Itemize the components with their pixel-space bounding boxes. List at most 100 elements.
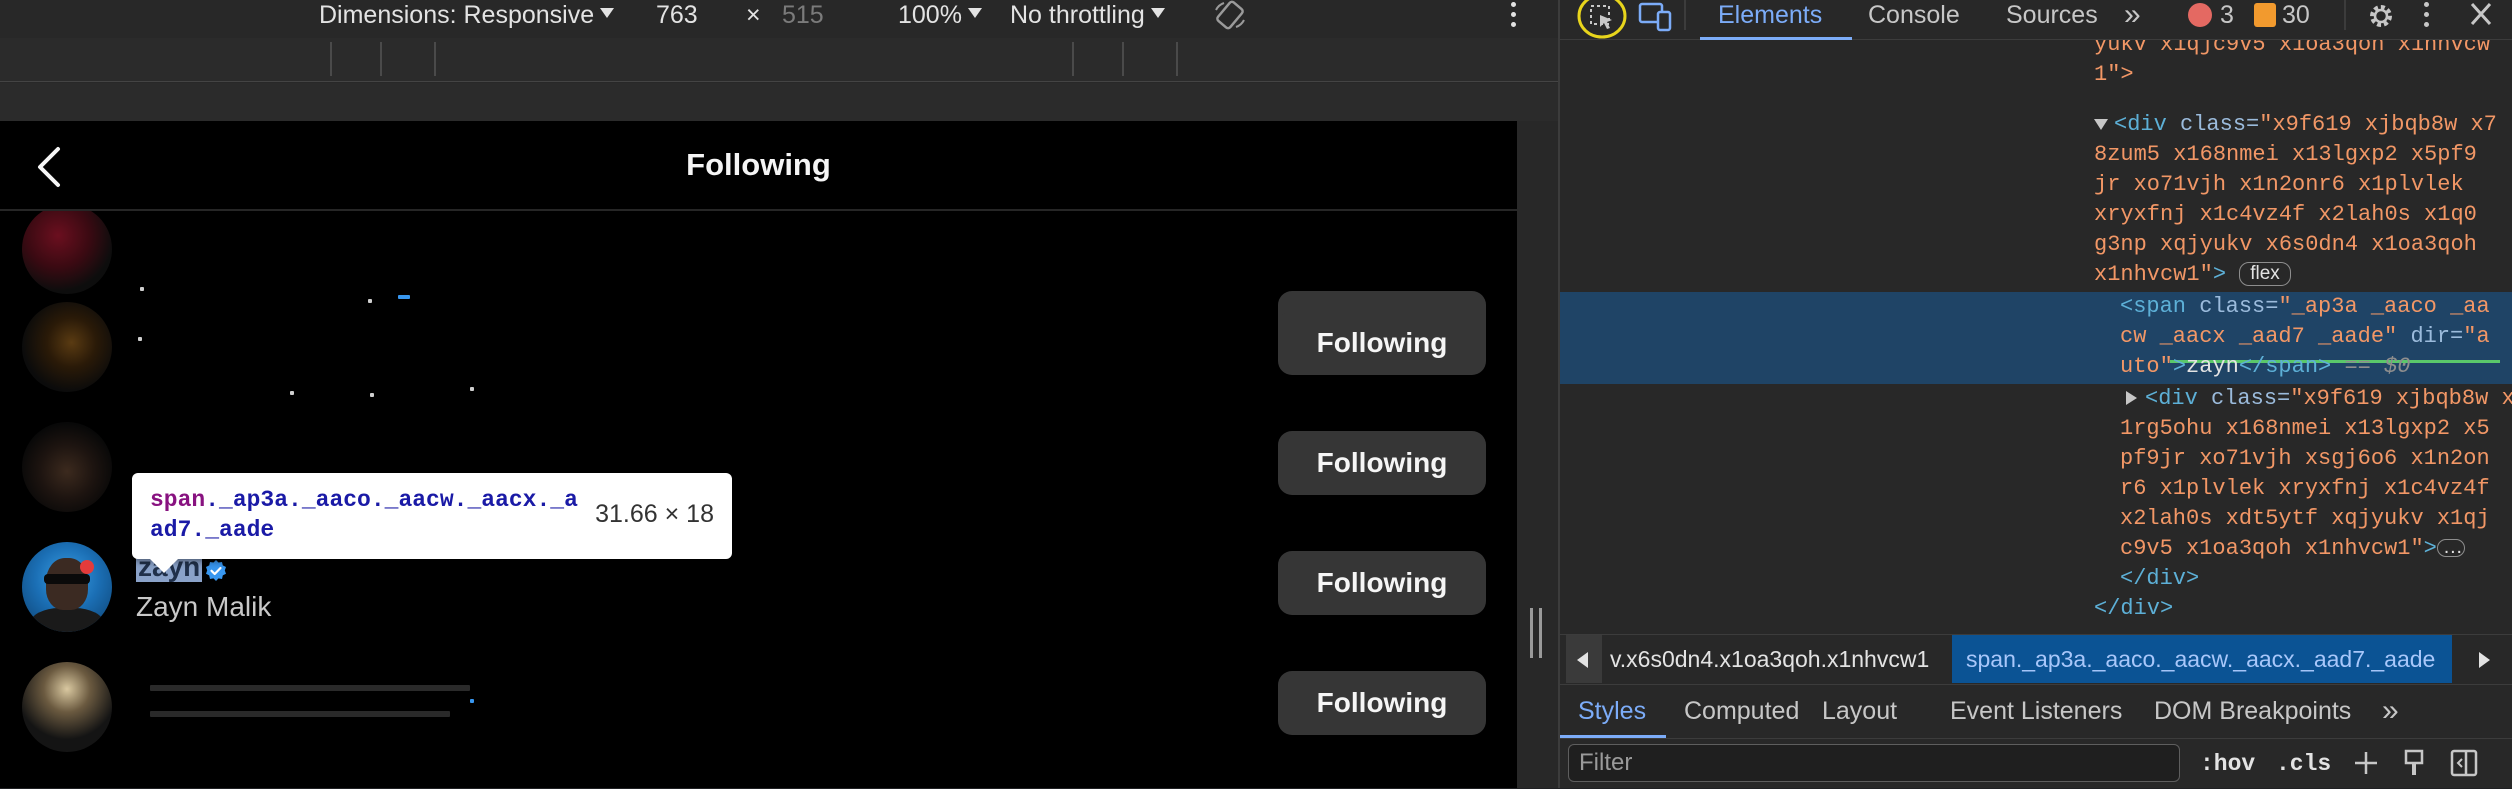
- following-button[interactable]: Following: [1278, 431, 1486, 495]
- device-toggle-icon[interactable]: [1636, 0, 1674, 34]
- breadcrumb-scroll-right-icon[interactable]: [2466, 635, 2502, 683]
- avatar[interactable]: [22, 204, 112, 294]
- viewport-resize-handle[interactable]: [1530, 608, 1544, 658]
- dom-element-div[interactable]: <div class="x9f619 xjbqb8w x7: [1560, 110, 2512, 140]
- dom-line[interactable]: g3np xqjyukv x6s0dn4 x1oa3qoh: [1560, 230, 2512, 260]
- dom-close-tag: </div>: [2094, 596, 2174, 621]
- dom-node-text: zayn: [2186, 354, 2239, 379]
- full-name: Zayn Malik: [136, 591, 272, 622]
- collapse-triangle-icon[interactable]: [2094, 118, 2108, 130]
- breadcrumb: v.x6s0dn4.x1oa3qoh.x1nhvcw1 span._ap3a._…: [1560, 634, 2512, 684]
- device-emulation-area: Dimensions: Responsive 763 × 515 100% No…: [0, 0, 1558, 788]
- dom-line-text: x9f619 xjbqb8w x: [2303, 386, 2512, 411]
- breadcrumb-item-selected[interactable]: span._ap3a._aaco._aacw._aacx._aad7._aade: [1952, 635, 2452, 683]
- error-icon[interactable]: [2188, 3, 2212, 27]
- dom-line-text: r6 x1plvlek xryxfnj x1c4vz4f: [2120, 476, 2490, 501]
- dom-line[interactable]: 1rg5ohu x168nmei x13lgxp2 x5: [1560, 414, 2512, 444]
- tooltip-selector: span._ap3a._aaco._aacw._aacx._aad7._aade: [150, 485, 580, 545]
- tab-elements[interactable]: Elements: [1718, 0, 1822, 30]
- height-input[interactable]: 515: [782, 0, 824, 30]
- tooltip-tag: span: [150, 487, 206, 513]
- rotate-icon[interactable]: [1212, 0, 1248, 30]
- following-button[interactable]: Following: [1278, 311, 1486, 375]
- dom-line[interactable]: xryxfnj x1c4vz4f x2lah0s x1q0: [1560, 200, 2512, 230]
- error-count[interactable]: 3: [2220, 0, 2234, 30]
- more-options-icon[interactable]: [1508, 0, 1518, 30]
- add-style-rule-icon[interactable]: [2350, 747, 2382, 779]
- media-query-bar[interactable]: [0, 38, 1558, 82]
- devtools-tab-bar: Elements Console Sources » 3 30: [1560, 0, 2512, 40]
- dom-line-text: 8zum5 x168nmei x13lgxp2 x5pf9: [2094, 142, 2477, 167]
- breadcrumb-scroll-left-icon[interactable]: [1566, 635, 1602, 683]
- dom-element-span[interactable]: <span class="_ap3a _aaco _aa: [1560, 292, 2512, 322]
- dom-line-text: g3np xqjyukv x6s0dn4 x1oa3qoh: [2094, 232, 2477, 257]
- dom-line-text: yukv x1qjc9v5 x1oa3qoh x1nhvcw: [2094, 40, 2491, 57]
- tab-styles[interactable]: Styles: [1578, 685, 1646, 737]
- dom-line[interactable]: c9v5 x1oa3qoh x1nhvcw1">: [1560, 532, 2512, 564]
- settings-gear-icon[interactable]: [2364, 0, 2398, 32]
- devtools-menu-icon[interactable]: [2422, 0, 2432, 30]
- inspector-tooltip: span._ap3a._aaco._aacw._aacx._aad7._aade…: [132, 473, 732, 573]
- browser-window: Dimensions: Responsive 763 × 515 100% No…: [0, 0, 2512, 788]
- redacted-text: [150, 685, 470, 691]
- hover-state-toggle[interactable]: :hov: [2200, 739, 2255, 789]
- color-palette-icon[interactable]: [2398, 747, 2430, 779]
- following-button[interactable]: Following: [1278, 551, 1486, 615]
- close-devtools-icon[interactable]: [2466, 0, 2496, 30]
- dimensions-dropdown[interactable]: Dimensions: Responsive: [319, 0, 614, 30]
- inspect-element-icon[interactable]: [1576, 0, 1628, 40]
- dom-close-tag: </div>: [2120, 566, 2200, 591]
- ruler-gutter: [0, 83, 1558, 121]
- class-toggle[interactable]: .cls: [2276, 739, 2331, 789]
- dom-line-text: x2lah0s xdt5ytf xqjyukv x1qj: [2120, 506, 2490, 531]
- dom-line[interactable]: r6 x1plvlek xryxfnj x1c4vz4f: [1560, 474, 2512, 504]
- list-item[interactable]: Following: [0, 289, 1517, 409]
- dom-line-text: c9v5 x1oa3qoh x1nhvcw1: [2120, 536, 2411, 561]
- breadcrumb-item[interactable]: v.x6s0dn4.x1oa3qoh.x1nhvcw1: [1610, 635, 1929, 683]
- tab-event-listeners[interactable]: Event Listeners: [1950, 685, 2122, 737]
- list-item[interactable]: Following: [0, 649, 1517, 769]
- warning-count[interactable]: 30: [2282, 0, 2310, 30]
- dom-tree[interactable]: yukv x1qjc9v5 x1oa3qoh x1nhvcw 1"> <div …: [1560, 40, 2512, 634]
- tab-layout[interactable]: Layout: [1822, 685, 1897, 737]
- avatar[interactable]: [22, 422, 112, 512]
- tab-console[interactable]: Console: [1868, 0, 1960, 30]
- tooltip-size: 31.66 × 18: [595, 500, 714, 528]
- dom-line[interactable]: yukv x1qjc9v5 x1oa3qoh x1nhvcw: [1560, 40, 2512, 60]
- dom-line[interactable]: x1nhvcw1"> flex: [1560, 260, 2512, 290]
- dom-line-text: a: [2476, 324, 2490, 349]
- dom-element-div[interactable]: <div class="x9f619 xjbqb8w x: [1560, 384, 2512, 414]
- dom-line-text: cw _aacx _aad7 _aade: [2120, 324, 2385, 349]
- avatar[interactable]: [22, 662, 112, 752]
- styles-filter-input[interactable]: [1568, 744, 2180, 782]
- dom-line[interactable]: </div>: [1560, 594, 2512, 624]
- zoom-dropdown[interactable]: 100%: [898, 0, 982, 30]
- ellipsis-icon[interactable]: [2436, 532, 2465, 562]
- dom-line[interactable]: pf9jr xo71vjh xsgj6o6 x1n2on: [1560, 444, 2512, 474]
- dom-line-text: jr xo71vjh x1n2onr6 x1plvlek: [2094, 172, 2464, 197]
- dom-line[interactable]: cw _aacx _aad7 _aade" dir="a: [1560, 322, 2512, 352]
- throttling-dropdown[interactable]: No throttling: [1010, 0, 1165, 30]
- flex-badge[interactable]: flex: [2239, 262, 2291, 287]
- more-tabs-icon[interactable]: »: [2124, 0, 2141, 30]
- dom-line[interactable]: uto">zayn</span> == $0: [1560, 352, 2512, 382]
- tab-computed[interactable]: Computed: [1684, 685, 1799, 737]
- dom-line[interactable]: </div>: [1560, 564, 2512, 594]
- dom-line[interactable]: 1">: [1560, 60, 2512, 90]
- following-button[interactable]: Following: [1278, 671, 1486, 735]
- tooltip-classes: ._ap3a._aaco._aacw._aacx._aad7._aade: [150, 487, 578, 543]
- expand-triangle-icon[interactable]: [2126, 391, 2137, 406]
- dom-line[interactable]: 8zum5 x168nmei x13lgxp2 x5pf9: [1560, 140, 2512, 170]
- avatar[interactable]: [22, 302, 112, 392]
- more-subtabs-icon[interactable]: »: [2382, 685, 2399, 737]
- redacted-text: [470, 699, 474, 703]
- dom-line[interactable]: jr xo71vjh x1n2onr6 x1plvlek: [1560, 170, 2512, 200]
- swap-dimensions-icon[interactable]: ×: [746, 0, 761, 30]
- warning-icon[interactable]: [2254, 3, 2276, 27]
- tab-sources[interactable]: Sources: [2006, 0, 2098, 30]
- dom-line[interactable]: x2lah0s xdt5ytf xqjyukv x1qj: [1560, 504, 2512, 534]
- width-input[interactable]: 763: [656, 0, 698, 30]
- tab-dom-breakpoints[interactable]: DOM Breakpoints: [2154, 685, 2351, 737]
- avatar[interactable]: [22, 542, 112, 632]
- toggle-sidebar-icon[interactable]: [2448, 747, 2480, 779]
